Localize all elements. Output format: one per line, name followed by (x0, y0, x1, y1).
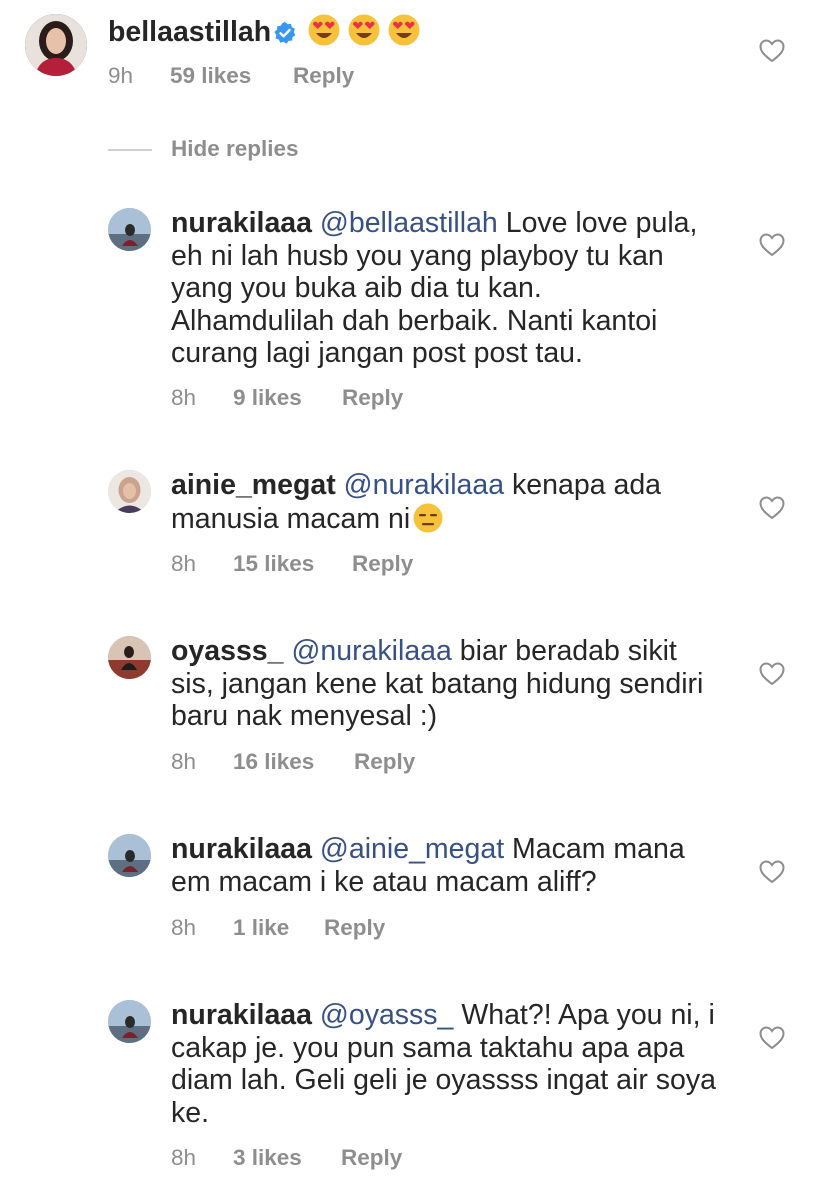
verified-badge-icon (274, 22, 296, 44)
comment-line: cakap je. you pun sama taktahu apa apa (171, 1031, 685, 1064)
avatar[interactable] (108, 834, 151, 877)
likes-count[interactable]: 9 likes (233, 385, 342, 411)
hide-replies-divider (108, 149, 152, 151)
mention-link[interactable]: @nurakilaaa (291, 635, 451, 667)
reply-button[interactable]: Reply (354, 749, 415, 775)
comment-line: eh ni lah husb you yang playboy tu kan (171, 239, 664, 272)
heart-outline-icon[interactable] (759, 233, 785, 257)
comment-line: What?! Apa you ni, i (453, 999, 715, 1031)
timestamp: 8h (171, 915, 197, 940)
likes-count[interactable]: 16 likes (233, 749, 354, 775)
comment-line: ke. (171, 1096, 210, 1129)
comment-line: sis, jangan kene kat batang hidung sendi… (171, 667, 704, 700)
mention-link[interactable]: @oyasss_ (320, 999, 453, 1031)
timestamp: 9h (108, 63, 134, 88)
timestamp: 8h (171, 1145, 197, 1170)
comment-meta: 8h 16 likes Reply (171, 749, 415, 775)
avatar[interactable] (108, 208, 151, 251)
mention-link[interactable]: @nurakilaaa (344, 469, 504, 501)
comment-meta: 8h 9 likes Reply (171, 385, 403, 411)
comment-line: Love love pula, (497, 207, 698, 239)
comment-line: Macam mana (504, 833, 685, 865)
timestamp: 8h (171, 385, 197, 410)
comment-line: curang lagi jangan post post tau. (171, 337, 583, 369)
reply-button[interactable]: Reply (293, 63, 354, 89)
comment-text: nurakilaaa @bellaastillah Love love pula… (171, 207, 731, 370)
reply-button[interactable]: Reply (342, 385, 403, 411)
comment-line: em macam i ke atau macam aliff? (171, 865, 597, 898)
likes-count[interactable]: 59 likes (170, 63, 293, 89)
avatar[interactable] (108, 636, 151, 679)
avatar[interactable] (108, 470, 151, 513)
comment-text: nurakilaaa @oyasss_ What?! Apa you ni, i… (171, 999, 731, 1129)
likes-count[interactable]: 3 likes (233, 1145, 341, 1171)
username[interactable]: ainie_megat (171, 469, 336, 501)
username[interactable]: bellaastillah (108, 16, 271, 48)
comment-text: bellaastillah (108, 13, 508, 55)
reply-button[interactable]: Reply (341, 1145, 402, 1171)
expressionless-face-emoji (412, 502, 444, 542)
comment-line: yang you buka aib dia tu kan. (171, 272, 542, 304)
heart-outline-icon[interactable] (759, 496, 785, 520)
comment-line: Alhamdulilah dah berbaik. Nanti kantoi (171, 304, 658, 337)
heart-outline-icon[interactable] (759, 39, 785, 63)
username[interactable]: nurakilaaa (171, 833, 312, 865)
comment-line: manusia macam ni (171, 502, 411, 535)
comment-meta: 8h 15 likes Reply (171, 551, 413, 577)
likes-count[interactable]: 1 like (233, 915, 324, 941)
comment-line: baru nak menyesal :) (171, 700, 438, 732)
heart-outline-icon[interactable] (759, 662, 785, 686)
timestamp: 8h (171, 551, 197, 576)
heart-outline-icon[interactable] (759, 1026, 785, 1050)
mention-link[interactable]: @bellaastillah (320, 207, 498, 239)
likes-count[interactable]: 15 likes (233, 551, 352, 577)
comment-line: diam lah. Geli geli je oyassss ingat air… (171, 1064, 716, 1096)
heart-outline-icon[interactable] (759, 860, 785, 884)
comment-meta: 8h 3 likes Reply (171, 1145, 402, 1171)
timestamp: 8h (171, 749, 197, 774)
heart-eyes-emoji (347, 13, 381, 55)
username[interactable]: oyasss_ (171, 635, 284, 667)
comment-meta: 9h 59 likes Reply (108, 63, 354, 89)
heart-eyes-emoji (387, 13, 421, 55)
comment-text: ainie_megat @nurakilaaa kenapa ada manus… (171, 469, 731, 541)
reply-button[interactable]: Reply (352, 551, 413, 577)
avatar[interactable] (25, 14, 87, 76)
mention-link[interactable]: @ainie_megat (320, 833, 504, 865)
comment-meta: 8h 1 like Reply (171, 915, 385, 941)
hide-replies-label: Hide replies (171, 136, 299, 161)
username[interactable]: nurakilaaa (171, 207, 312, 239)
comment-text: nurakilaaa @ainie_megat Macam mana em ma… (171, 833, 731, 898)
avatar[interactable] (108, 1000, 151, 1043)
reply-button[interactable]: Reply (324, 915, 385, 941)
comment-line: biar beradab sikit (451, 635, 677, 667)
heart-eyes-emoji (307, 13, 341, 55)
comment-line: kenapa ada (504, 469, 662, 501)
username[interactable]: nurakilaaa (171, 999, 312, 1031)
comment-text: oyasss_ @nurakilaaa biar beradab sikit s… (171, 635, 731, 733)
